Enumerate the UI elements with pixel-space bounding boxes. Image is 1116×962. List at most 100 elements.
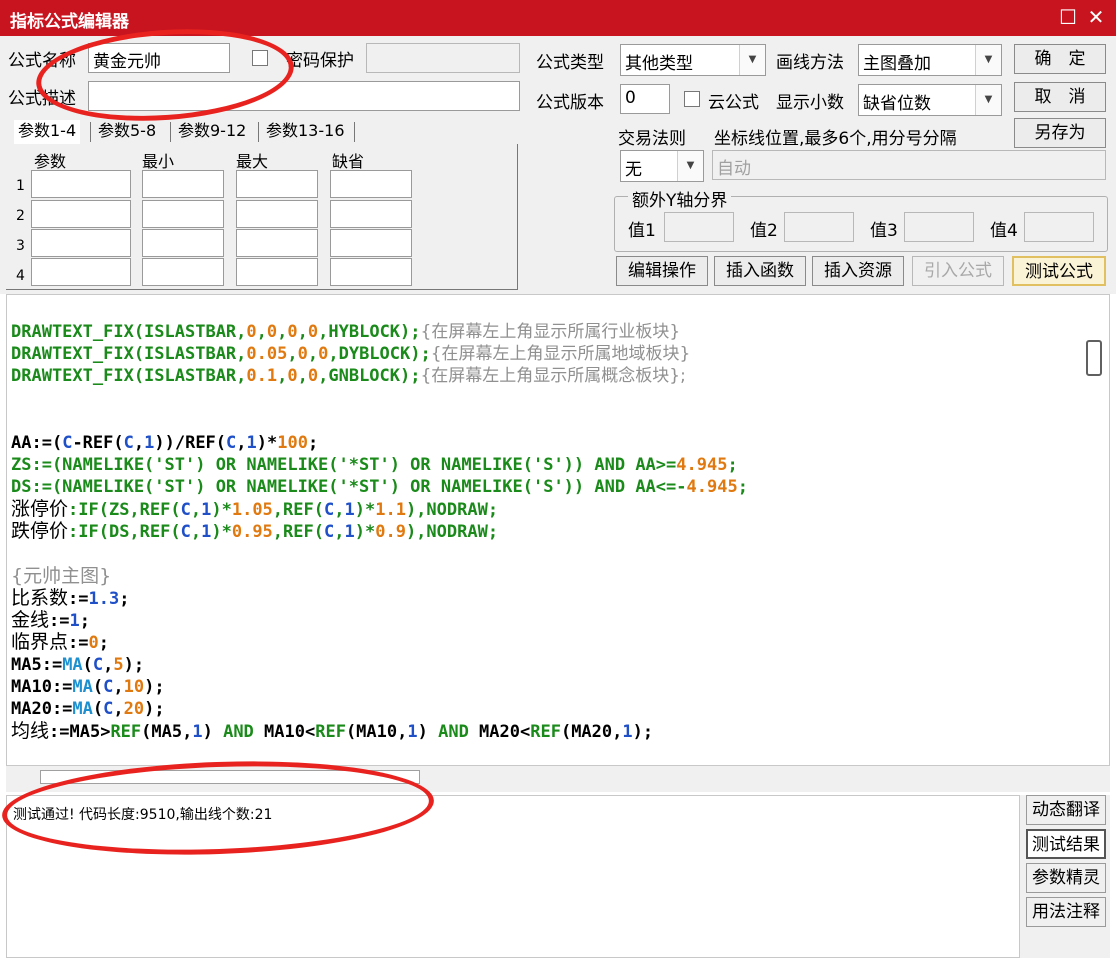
code-comment: {元帅主图} [11,565,112,587]
axis-value-2-input[interactable] [784,212,854,242]
param-3-max-input[interactable] [236,229,318,257]
param-4-max-input[interactable] [236,258,318,286]
formula-type-value: 其他类型 [625,54,693,74]
code-token: 1 [622,722,633,742]
code-token: 1.3 [88,589,120,609]
draw-method-select[interactable]: 主图叠加 ▼ [858,44,1002,76]
code-token: ); [123,655,145,675]
code-token: ; [737,477,748,497]
maximize-icon[interactable]: ☐ [1056,5,1080,29]
tab-params-9-12[interactable]: 参数9-12 [174,120,250,144]
code-line: DS:=(NAMELIKE('ST') OR NAMELIKE('*ST') O… [11,476,748,498]
tab-params-13-16[interactable]: 参数13-16 [262,120,349,144]
param-3-min-input[interactable] [142,229,224,257]
decimals-value: 缺省位数 [863,94,931,114]
param-1-default-input[interactable] [330,170,412,198]
tab-divider [90,122,91,142]
param-3-name-input[interactable] [31,229,131,257]
code-token: 20 [123,699,145,719]
import-formula-button[interactable]: 引入公式 [912,256,1004,286]
param-2-default-input[interactable] [330,200,412,228]
code-token: )* [354,522,376,542]
code-token: 10 [123,677,145,697]
code-token: C [92,655,104,675]
param-4-default-input[interactable] [330,258,412,286]
save-as-button[interactable]: 另存为 [1014,118,1106,148]
param-1-name-input[interactable] [31,170,131,198]
test-result-button[interactable]: 测试结果 [1026,829,1106,859]
tab-params-5-8[interactable]: 参数5-8 [94,120,160,144]
cancel-button[interactable]: 取 消 [1014,82,1106,112]
code-token: , [113,699,124,719]
insert-function-button[interactable]: 插入函数 [714,256,806,286]
code-token: := [68,589,89,609]
code-token: 1 [201,522,212,542]
vertical-scrollbar-thumb[interactable] [1086,340,1102,376]
code-editor[interactable]: DRAWTEXT_FIX(ISLASTBAR,0,0,0,0,HYBLOCK);… [6,294,1110,766]
chevron-down-icon: ▼ [975,45,1001,75]
code-token: MA5:= [11,655,63,675]
axis-value-3-input[interactable] [904,212,974,242]
ok-button[interactable]: 确 定 [1014,44,1106,74]
formula-version-label: 公式版本 [536,93,604,113]
param-2-name-input[interactable] [31,200,131,228]
code-token: ),NODRAW; [405,522,499,542]
code-token: ; [119,589,130,609]
edit-ops-button[interactable]: 编辑操作 [616,256,708,286]
code-token: ); [632,722,654,742]
param-2-min-input[interactable] [142,200,224,228]
decimals-select[interactable]: 缺省位数 ▼ [858,84,1002,116]
param-header-name: 参数 [34,152,67,171]
password-input[interactable] [366,43,520,73]
code-token: 5 [113,655,124,675]
code-token: (MA20, [560,722,623,742]
param-header-default: 缺省 [332,152,365,171]
code-token: MA20< [468,722,531,742]
close-icon[interactable]: ✕ [1084,5,1108,29]
param-wizard-button[interactable]: 参数精灵 [1026,863,1106,893]
trade-rule-select[interactable]: 无 ▼ [620,150,704,182]
code-token: 1 [144,433,155,453]
usage-notes-button[interactable]: 用法注释 [1026,897,1106,927]
param-1-max-input[interactable] [236,170,318,198]
param-4-min-input[interactable] [142,258,224,286]
coord-line-input[interactable]: 自动 [712,150,1106,180]
dynamic-translate-button[interactable]: 动态翻译 [1026,795,1106,825]
param-4-name-input[interactable] [31,258,131,286]
formula-version-input[interactable]: 0 [620,84,670,114]
axis-value-1-label: 值1 [628,221,656,241]
insert-resource-button[interactable]: 插入资源 [812,256,904,286]
formula-type-select[interactable]: 其他类型 ▼ [620,44,766,76]
code-token: (MA5, [141,722,193,742]
code-token: C [323,522,335,542]
code-token: 0 [307,322,319,342]
test-formula-button[interactable]: 测试公式 [1012,256,1106,286]
axis-value-4-input[interactable] [1024,212,1094,242]
tab-divider [258,122,259,142]
code-token: ; [727,455,738,475]
code-token: 0 [307,366,319,386]
chevron-down-icon: ▼ [739,45,765,75]
code-line: AA:=(C-REF(C,1))/REF(C,1)*100; [11,432,318,454]
code-token: ( [92,699,104,719]
tab-params-1-4[interactable]: 参数1-4 [14,120,81,144]
code-token: C [103,677,114,697]
param-2-max-input[interactable] [236,200,318,228]
code-token: C [180,522,191,542]
draw-method-label: 画线方法 [776,53,844,73]
axis-value-1-input[interactable] [664,212,734,242]
param-header-min: 最小 [142,152,175,171]
code-token: 涨停价 [11,498,69,520]
code-token: ),NODRAW; [405,500,499,520]
code-token: , [297,366,308,386]
axis-value-3-label: 值3 [870,221,898,241]
param-1-min-input[interactable] [142,170,224,198]
param-3-default-input[interactable] [330,229,412,257]
code-comment: {在屏幕左上角显示所属地域板块} [430,344,691,364]
cloud-formula-checkbox[interactable] [684,91,700,107]
code-token: , [334,522,345,542]
trade-rule-label: 交易法则 [618,129,686,149]
code-token: ,HYBLOCK); [318,322,421,342]
code-token: :IF(DS,REF( [68,522,181,542]
axis-value-2-label: 值2 [750,221,778,241]
